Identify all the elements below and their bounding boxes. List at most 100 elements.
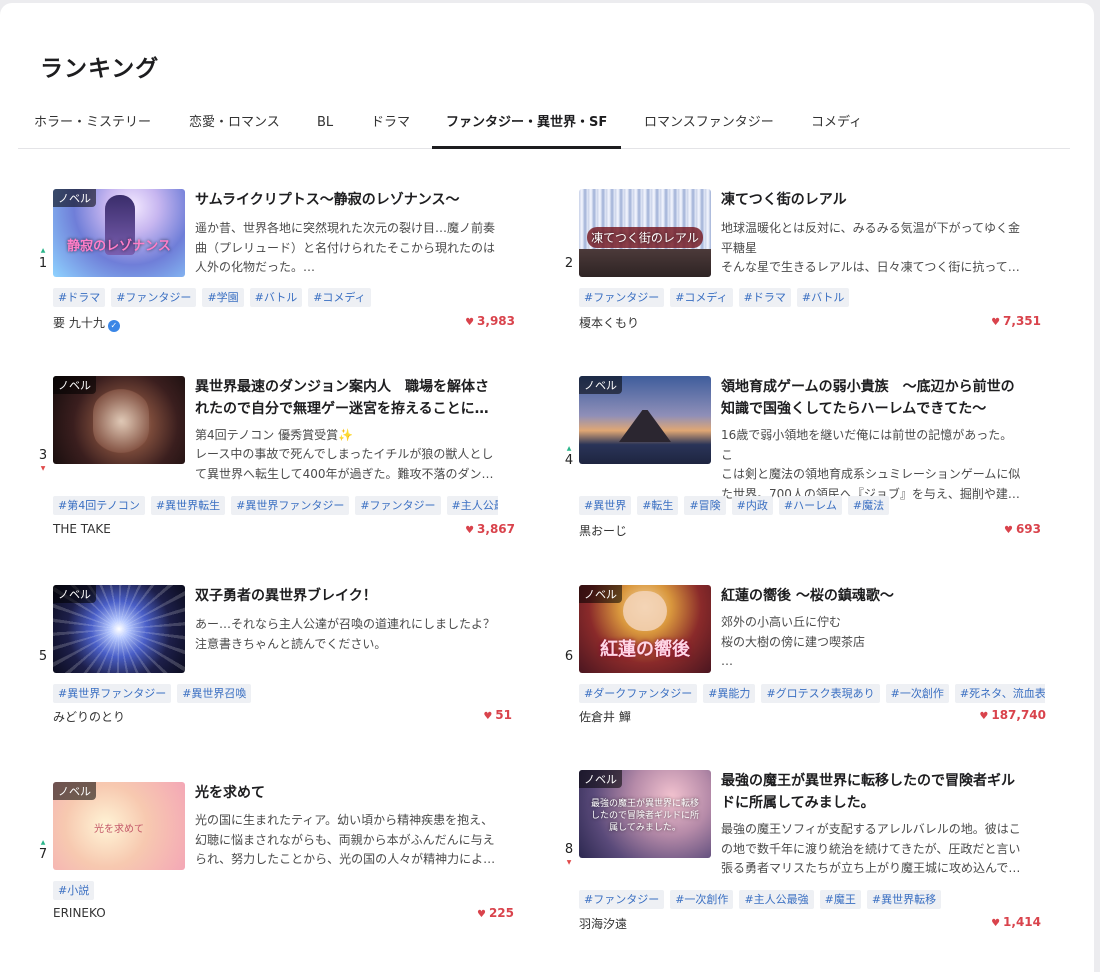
author[interactable]: THE TAKE xyxy=(53,522,111,536)
like-count-value: 225 xyxy=(488,906,514,920)
author[interactable]: 羽海汐遠 xyxy=(579,915,627,932)
ranking-card[interactable]: ▲ 1 静寂のレゾナンス ノベル サムライクリプトス〜静寂のレゾナンス〜 遥か昔… xyxy=(28,189,515,349)
tag[interactable]: #異世界召喚 xyxy=(177,684,252,703)
tab-romance[interactable]: 恋愛・ロマンス xyxy=(189,103,280,149)
cover-image[interactable]: 静寂のレゾナンス ノベル xyxy=(53,189,185,277)
author[interactable]: 榎本くもり xyxy=(579,314,639,331)
tag[interactable]: #バトル xyxy=(249,288,303,307)
work-description: あー…それなら主人公達が召喚の道連れにしましたよ？ 注意書きちゃんと読んでくださ… xyxy=(195,617,496,651)
tag[interactable]: #ドラマ xyxy=(738,288,791,307)
ranking-card[interactable]: ▲ 4 ノベル 領地育成ゲームの弱小貴族 〜底辺から前世の 知識で国強くしてたら… xyxy=(554,376,1041,539)
work-title[interactable]: 凍てつく街のレアル xyxy=(721,189,1021,211)
page-title: ランキング xyxy=(40,56,160,82)
verified-icon: ✓ xyxy=(107,320,120,332)
tag-list: #小説 xyxy=(53,879,498,901)
cover-image[interactable]: ノベル xyxy=(53,376,185,464)
tag[interactable]: #第4回テノコン xyxy=(53,496,145,515)
tag[interactable]: #内政 xyxy=(731,496,773,515)
cover-image[interactable]: 光を求めて ノベル xyxy=(53,782,185,870)
novel-badge: ノベル xyxy=(53,585,96,603)
work-title[interactable]: サムライクリプトス〜静寂のレゾナンス〜 xyxy=(195,189,495,211)
novel-badge: ノベル xyxy=(579,585,622,603)
tag[interactable]: #異世界ファンタジー xyxy=(53,684,172,703)
tag[interactable]: #異世界 xyxy=(579,496,632,515)
tag[interactable]: #ダークファンタジー xyxy=(579,684,698,703)
like-count-value: 3,867 xyxy=(477,522,515,536)
work-title[interactable]: 領地育成ゲームの弱小貴族 〜底辺から前世の 知識で国強くしてたらハーレムできてた… xyxy=(721,376,1021,420)
tab-drama[interactable]: ドラマ xyxy=(371,103,410,149)
tag[interactable]: #一次創作 xyxy=(885,684,949,703)
tag[interactable]: #ファンタジー xyxy=(579,288,665,307)
tag-list: #ファンタジー #コメディ #ドラマ #バトル xyxy=(579,286,1024,308)
tag[interactable]: #転生 xyxy=(637,496,679,515)
tag[interactable]: #バトル xyxy=(796,288,850,307)
tag[interactable]: #異能力 xyxy=(703,684,756,703)
like-count: ♥ 51 xyxy=(483,708,512,722)
ranking-card[interactable]: 5 ノベル 双子勇者の異世界ブレイク！ あー…それなら主人公達が召喚の道連れにし… xyxy=(28,585,512,745)
tab-horror-mystery[interactable]: ホラー・ミステリー xyxy=(34,103,151,149)
author-name: 要 九十九 xyxy=(53,316,105,330)
tag[interactable]: #ファンタジー xyxy=(355,496,441,515)
author[interactable]: 黒おーじ xyxy=(579,522,627,539)
tab-fantasy-isekai-sf[interactable]: ファンタジー・異世界・SF xyxy=(432,103,622,149)
author-name: 黒おーじ xyxy=(579,524,628,538)
like-count-value: 7,351 xyxy=(1003,314,1041,328)
author[interactable]: 佐倉井 鱓 xyxy=(579,708,631,725)
work-title[interactable]: 光を求めて xyxy=(195,782,495,804)
work-title[interactable]: 紅蓮の嚮後 〜桜の鎮魂歌〜 xyxy=(721,585,1021,607)
cover-title-text: 最強の魔王が異世界に転移したので冒険者ギルドに所属してみました。 xyxy=(590,799,699,833)
cover-title-text: 凍てつく街のレアル xyxy=(587,227,703,248)
ranking-card[interactable]: 2 凍てつく街のレアル 凍てつく街のレアル 地球温暖化とは反対に、みるみる気温が… xyxy=(554,189,1041,349)
cover-image[interactable]: ノベル xyxy=(53,585,185,673)
like-count-value: 693 xyxy=(1015,522,1041,536)
tag[interactable]: #コメディ xyxy=(308,288,371,307)
tag[interactable]: #一次創作 xyxy=(670,890,734,909)
tag-list: #ファンタジー #一次創作 #主人公最強 #魔王 #異世界転移 xyxy=(579,888,1024,910)
tab-comedy[interactable]: コメディ xyxy=(811,103,862,149)
tag[interactable]: #死ネタ、流血表現 xyxy=(954,684,1045,703)
tag[interactable]: #グロテスク表現あり xyxy=(761,684,880,703)
author[interactable]: ERINEKO xyxy=(53,906,106,920)
like-count: ♥ 3,983 xyxy=(465,314,515,328)
heart-icon: ♥ xyxy=(483,711,493,722)
work-title[interactable]: 双子勇者の異世界ブレイク！ xyxy=(195,585,495,607)
tag[interactable]: #異世界転移 xyxy=(866,890,942,909)
like-count-value: 1,414 xyxy=(1003,915,1041,929)
like-count-value: 51 xyxy=(495,708,512,722)
novel-badge: ノベル xyxy=(53,189,96,207)
tag[interactable]: #学園 xyxy=(202,288,244,307)
ranking-card[interactable]: 8 ▼ 最強の魔王が異世界に転移したので冒険者ギルドに所属してみました。 ノベル… xyxy=(554,770,1041,932)
work-title[interactable]: 最強の魔王が異世界に転移したので冒険者ギル ドに所属してみました。 xyxy=(721,770,1021,814)
heart-icon: ♥ xyxy=(979,711,989,722)
ranking-card[interactable]: ▲ 7 光を求めて ノベル 光を求めて 光の国に生まれたティア。幼い頃から精神疾… xyxy=(28,782,514,942)
novel-badge: ノベル xyxy=(579,770,622,788)
cover-title-text: 静寂のレゾナンス xyxy=(67,239,171,254)
author[interactable]: みどりのとり xyxy=(53,708,125,725)
tag[interactable]: #ドラマ xyxy=(53,288,106,307)
cover-image[interactable]: 最強の魔王が異世界に転移したので冒険者ギルドに所属してみました。 ノベル xyxy=(579,770,711,858)
tab-romance-fantasy[interactable]: ロマンスファンタジー xyxy=(644,103,774,149)
work-title[interactable]: 異世界最速のダンジョン案内人 職場を解体さ れたので自分で無理ゲー迷宮を拵えるこ… xyxy=(195,376,495,420)
work-description: 16歳で弱小領地を継いだ俺には前世の記憶があった。こ こは剣と魔法の領地育成系シ… xyxy=(721,428,1021,501)
tag[interactable]: #主人公最強 xyxy=(739,890,814,909)
tag[interactable]: #主人公最強 xyxy=(446,496,498,515)
tab-bl[interactable]: BL xyxy=(317,103,333,149)
like-count: ♥ 7,351 xyxy=(991,314,1041,328)
tag[interactable]: #魔王 xyxy=(819,890,861,909)
tag[interactable]: #異世界転生 xyxy=(150,496,226,515)
ranking-card[interactable]: 3 ▼ ノベル 異世界最速のダンジョン案内人 職場を解体さ れたので自分で無理ゲ… xyxy=(28,376,515,536)
cover-image[interactable]: 凍てつく街のレアル xyxy=(579,189,711,277)
author-name: 羽海汐遠 xyxy=(579,917,628,931)
tag[interactable]: #ファンタジー xyxy=(111,288,197,307)
tag[interactable]: #ファンタジー xyxy=(579,890,665,909)
tag[interactable]: #魔法 xyxy=(847,496,890,515)
tag[interactable]: #ハーレム xyxy=(778,496,842,515)
cover-image[interactable]: ノベル xyxy=(579,376,711,464)
tag[interactable]: #冒険 xyxy=(684,496,726,515)
tag[interactable]: #小説 xyxy=(53,881,95,900)
tag[interactable]: #異世界ファンタジー xyxy=(231,496,350,515)
cover-image[interactable]: 紅蓮の嚮後 ノベル xyxy=(579,585,711,673)
author[interactable]: 要 九十九 ✓ xyxy=(53,314,120,332)
tag[interactable]: #コメディ xyxy=(670,288,733,307)
ranking-card[interactable]: 6 紅蓮の嚮後 ノベル 紅蓮の嚮後 〜桜の鎮魂歌〜 郊外の小高い丘に佇む 桜の大… xyxy=(554,585,1046,745)
